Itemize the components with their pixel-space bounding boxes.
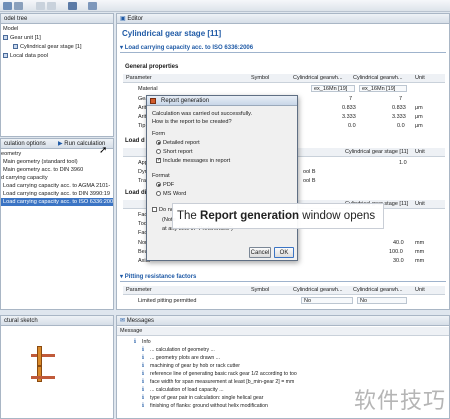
tree-item-gear-unit[interactable]: Gear unit [1] [3, 34, 41, 42]
messages-header: Message [117, 327, 449, 336]
dialog-title-bar[interactable]: Report generation [147, 96, 297, 106]
collapse-icon: ▾ [120, 45, 124, 51]
info-icon: i [142, 347, 144, 353]
list-item[interactable]: i machining of gear by hob or rack cutter [142, 363, 240, 371]
table-row: Material ex_16Mn [19] ex_16Mn [19] [123, 85, 445, 93]
shaft-sketch-2 [31, 376, 55, 379]
option-load-agma[interactable]: Load carrying capacity acc. to AGMA 2101… [3, 182, 110, 190]
section-header-pitting[interactable]: ▾ Pitting resistance factors [120, 273, 446, 282]
material-select-2[interactable]: ex_16Mn [19] [359, 85, 407, 92]
format-label: Format [152, 173, 170, 179]
toolbar [0, 0, 450, 12]
report-generation-dialog: Report generation Calculation was carrie… [146, 95, 298, 261]
ok-button[interactable]: OK [274, 247, 294, 258]
form-label: Form [152, 131, 166, 137]
caption-overlay: The Report generation window opens [172, 203, 384, 229]
list-item[interactable]: i... calculation of geometry ... [142, 347, 215, 355]
section-header-iso[interactable]: ▾ Load carrying capacity acc. to ISO 633… [120, 44, 446, 53]
save-icon[interactable] [14, 2, 23, 10]
table-header: Parameter Symbol Cylindrical gearwh... C… [123, 286, 445, 295]
pitting-select-2[interactable]: No [357, 297, 407, 304]
list-item[interactable]: i face width for span measurement at leas… [142, 379, 294, 387]
table-row: Limited pitting permitted No No [123, 297, 445, 305]
structural-sketch-panel: ctural sketch [0, 315, 114, 419]
app-icon [150, 98, 156, 104]
watermark: 软件技巧 [353, 389, 446, 414]
option-main-geometry-standard[interactable]: Main geometry (standard tool) [3, 158, 78, 166]
tab-messages[interactable]: ✉ Messages [117, 316, 449, 326]
info-icon: i [142, 403, 144, 409]
tab-model-tree[interactable]: odel tree [1, 14, 113, 24]
info-icon: i [142, 363, 144, 369]
list-item[interactable]: i type of gear pair in calculation: singl… [142, 395, 263, 403]
radio-icon [156, 191, 161, 197]
option-main-geometry-din[interactable]: Main geometry acc. to DIN 3960 [3, 166, 83, 174]
model-tree-panel: odel tree Model Gear unit [1] Cylindrica… [0, 13, 114, 137]
radio-detailed-report[interactable]: Detailed report [156, 140, 200, 146]
calculation-options-panel: culation options ▶ Run calculation eomet… [0, 138, 114, 310]
radio-pdf[interactable]: PDF [156, 182, 174, 188]
checkbox-include-messages[interactable]: ✓ Include messages in report [156, 158, 230, 164]
list-item[interactable]: i... calculation of load capacity ... [142, 387, 224, 395]
collapse-icon: ▾ [120, 274, 124, 280]
redo-icon[interactable] [47, 2, 56, 10]
option-load-din[interactable]: Load carrying capacity acc. to DIN 3990:… [3, 190, 110, 198]
info-icon: i [142, 371, 144, 377]
option-load-iso[interactable]: Load carrying capacity acc. to ISO 6336:… [1, 198, 113, 206]
dialog-message-2: How is the report to be created? [152, 119, 232, 125]
cancel-button[interactable]: Cancel [249, 247, 271, 258]
checkbox-icon [152, 207, 157, 213]
tab-calculation-options[interactable]: culation options ▶ Run calculation [1, 139, 113, 149]
radio-ms-word[interactable]: MS Word [156, 191, 186, 197]
shaft-sketch [31, 354, 55, 357]
list-item[interactable]: i reference line of generating basic rack… [142, 371, 297, 379]
tree-item-local-data-pool[interactable]: Local data pool [3, 52, 48, 60]
data-pool-icon [3, 53, 8, 59]
tree-item-model[interactable]: Model [3, 25, 18, 33]
editor-title: Cylindrical gear stage [11] [122, 29, 222, 38]
checkbox-do-not-ask[interactable]: Do no [152, 207, 174, 213]
info-icon: i [142, 387, 144, 393]
dialog-message-1: Calculation was carried out successfully… [152, 111, 253, 117]
info-icon: i [134, 339, 136, 345]
table-header: Parameter Symbol Cylindrical gearwh... C… [123, 74, 445, 83]
info-icon: i [142, 355, 144, 361]
gear-unit-icon [3, 35, 8, 41]
info-icon: i [142, 395, 144, 401]
tree-item-cylindrical-gear-stage[interactable]: Cylindrical gear stage [1] [13, 43, 82, 51]
option-group-load-capacity[interactable]: d carrying capacity [1, 174, 48, 182]
play-icon: ▶ [58, 141, 63, 147]
general-properties-title: General properties [125, 64, 179, 70]
load-data-title: Load d [125, 138, 145, 144]
radio-selected-icon [156, 140, 161, 146]
checkbox-checked-icon: ✓ [156, 157, 162, 164]
tab-structural-sketch[interactable]: ctural sketch [1, 316, 113, 326]
material-select-1[interactable]: ex_16Mn [19] [311, 85, 355, 92]
open-icon[interactable] [3, 2, 12, 10]
messages-icon: ✉ [120, 318, 126, 324]
list-item[interactable]: i... geometry plots are drawn ... [142, 355, 220, 363]
gear-stage-icon [13, 44, 18, 50]
list-item[interactable]: i finishing of flanks: ground without hel… [142, 403, 268, 411]
calculator-icon[interactable] [88, 2, 97, 10]
editor-icon: ▣ [120, 16, 126, 22]
load-distribution-title: Load di [125, 190, 147, 196]
radio-icon [156, 149, 161, 155]
tab-editor[interactable]: ▣ Editor [117, 14, 449, 24]
radio-short-report[interactable]: Short report [156, 149, 193, 155]
info-icon: i [142, 379, 144, 385]
pitting-select-1[interactable]: No [301, 297, 353, 304]
radio-selected-icon [156, 182, 161, 188]
gear-sketch-2 [37, 366, 42, 382]
undo-icon[interactable] [36, 2, 45, 10]
message-root[interactable]: i Info [134, 339, 151, 347]
gear-sketch-1 [37, 346, 42, 366]
option-group-geometry[interactable]: eometry [1, 150, 21, 158]
home-icon[interactable] [68, 2, 77, 10]
mouse-cursor-icon: ➚ [99, 145, 108, 156]
